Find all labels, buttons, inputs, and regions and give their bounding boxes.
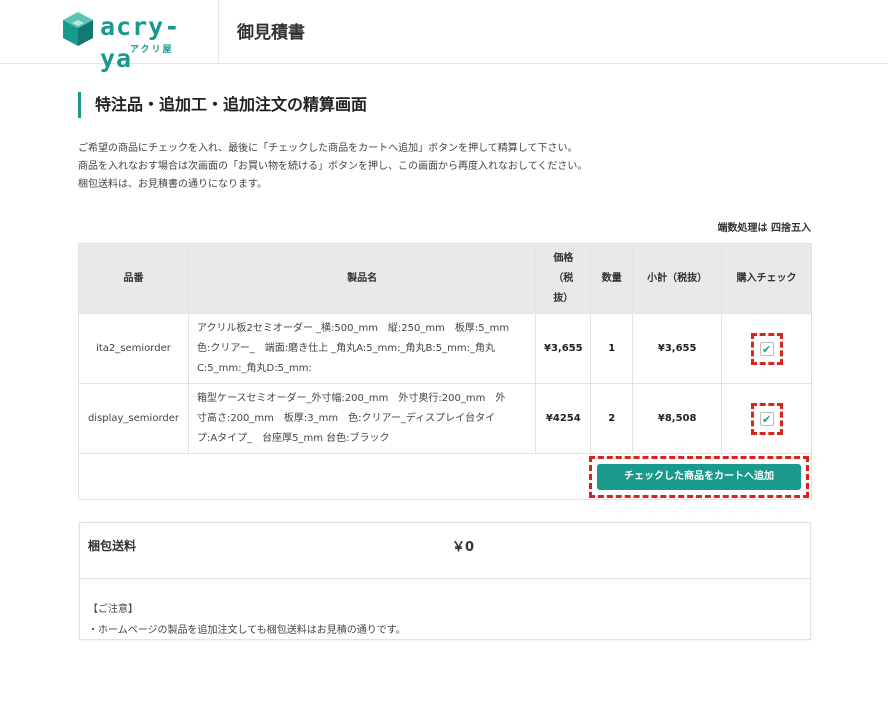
product-price: ¥3,655 [535,313,592,384]
column-header-subtotal: 小計（税抜） [632,243,723,314]
column-header-price: 価格 （税 抜） [535,243,592,314]
column-header-price-line: （税 [553,272,574,284]
product-subtotal: ¥8,508 [632,383,723,454]
column-header-qty: 数量 [590,243,634,314]
instruction-line: ご希望の商品にチェックを入れ、最後に「チェックした商品をカートへ追加」ボタンを押… [78,143,578,154]
action-row: チェックした商品をカートへ追加 [78,453,812,500]
shipping-label: 梱包送料 [88,539,137,553]
shipping-box: 梱包送料 ￥0 【ご注意】 ・ホームページの製品を追加注文しても梱包送料はお見積… [79,522,811,640]
rounding-note: 端数処理は 四捨五入 [717,223,811,234]
product-qty: 2 [590,383,634,454]
checkbox-highlight: ✔ [750,402,783,435]
table-header-row: 品番 製品名 価格 （税 抜） 数量 小計（税抜） 購入チェック [78,243,812,314]
product-code: ita2_semiorder [78,313,189,384]
product-subtotal: ¥3,655 [632,313,723,384]
cube-logo-icon [63,12,93,46]
product-name: 箱型ケースセミオーダー_外寸幅:200_mm 外寸奥行:200_mm 外 寸高さ… [187,383,537,454]
checkbox-highlight: ✔ [750,332,783,365]
purchase-check-cell: ✔ [721,313,812,384]
instructions: ご希望の商品にチェックを入れ、最後に「チェックした商品をカートへ追加」ボタンを押… [78,140,587,194]
product-name-line: プ:Aタイプ_ 台座厚5_mm 台色:ブラック [196,432,390,444]
product-code: display_semiorder [78,383,189,454]
purchase-checkbox[interactable]: ✔ [759,341,774,356]
shipping-divider [80,578,810,579]
product-name-line: 箱型ケースセミオーダー_外寸幅:200_mm 外寸奥行:200_mm 外 [196,392,506,404]
add-to-cart-button[interactable]: チェックした商品をカートへ追加 [597,464,801,490]
cart-button-highlight: チェックした商品をカートへ追加 [589,456,809,498]
instruction-line: 梱包送料は、お見積書の通りになります。 [78,179,267,190]
logo[interactable]: acry-ya アクリ屋 [62,11,212,73]
column-header-price-line: 価格 [553,252,574,264]
product-price: ¥4254 [535,383,592,454]
table-row: ita2_semiorder アクリル板2セミオーダー _横:500_mm 縦:… [78,313,812,384]
notice-text: ・ホームページの製品を追加注文しても梱包送料はお見積の通りです。 [88,625,406,636]
shipping-value: ￥0 [452,540,475,555]
header-divider [218,0,219,64]
column-header-price-line: 抜） [553,292,574,304]
purchase-check-cell: ✔ [721,383,812,454]
instruction-line: 商品を入れなおす場合は次画面の「お買い物を続ける」ボタンを押し、この画面から再度… [78,161,588,172]
column-header-code: 品番 [78,243,189,314]
order-table: 品番 製品名 価格 （税 抜） 数量 小計（税抜） 購入チェック ita2_se… [78,243,812,500]
product-name: アクリル板2セミオーダー _横:500_mm 縦:250_mm 板厚:5_mm … [187,313,537,384]
action-cell: チェックした商品をカートへ追加 [78,453,812,500]
logo-subtext: アクリ屋 [130,45,174,55]
product-name-line: 色:クリアー_ 端面:磨き仕上 _角丸A:5_mm:_角丸B:5_mm:_角丸 [196,342,495,354]
notice-title: 【ご注意】 [88,604,138,615]
site-header: acry-ya アクリ屋 御見積書 [0,0,888,73]
product-name-line: C:5_mm:_角丸D:5_mm: [196,362,312,374]
product-qty: 1 [590,313,634,384]
table-row: display_semiorder 箱型ケースセミオーダー_外寸幅:200_mm… [78,383,812,454]
page-title: 特注品・追加工・追加注文の精算画面 [78,92,367,118]
column-header-name: 製品名 [187,243,537,314]
purchase-checkbox[interactable]: ✔ [759,411,774,426]
product-name-line: アクリル板2セミオーダー _横:500_mm 縦:250_mm 板厚:5_mm [196,322,510,334]
product-name-line: 寸高さ:200_mm 板厚:3_mm 色:クリアー_ディスプレイ台タイ [196,412,496,424]
column-header-check: 購入チェック [721,243,812,314]
header-title: 御見積書 [237,23,305,43]
